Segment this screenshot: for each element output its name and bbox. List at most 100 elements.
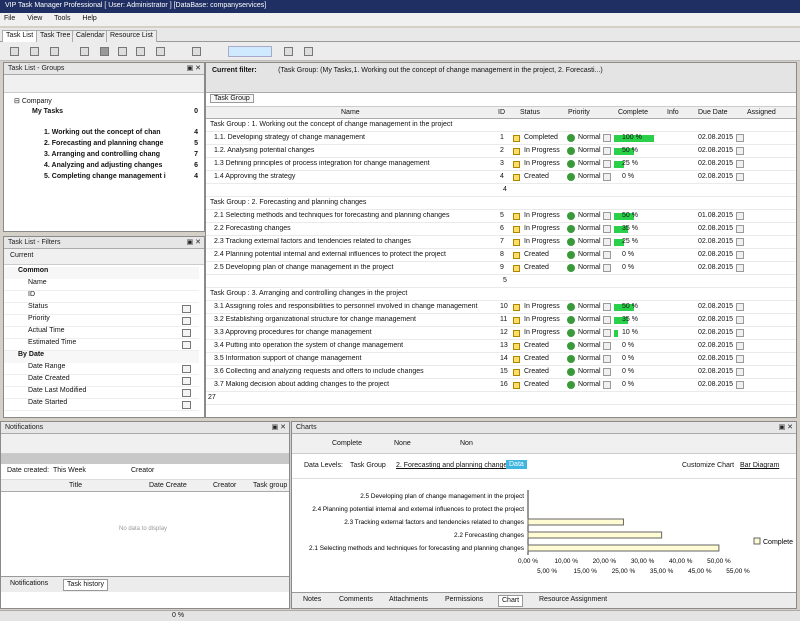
col-task-group[interactable]: Task group [253, 482, 287, 489]
calendar-icon[interactable] [736, 251, 744, 259]
calendar-icon[interactable] [736, 342, 744, 350]
group-header-row[interactable]: Task Group : 3. Arranging and controllin… [206, 288, 796, 301]
col-priority[interactable]: Priority [568, 109, 590, 116]
menu-tools[interactable]: Tools [54, 15, 70, 22]
task-row[interactable]: 2.3 Tracking external factors and tenden… [206, 236, 796, 249]
tree-group-item[interactable]: 1. Working out the concept of chan 4 [44, 129, 202, 140]
tree-group-item[interactable]: 3. Arranging and controlling chang 7 [44, 151, 202, 162]
new-task-icon[interactable] [10, 47, 19, 56]
close-icon[interactable]: ▣ ✕ [187, 238, 201, 246]
col-complete[interactable]: Complete [618, 109, 648, 116]
dropdown-arrow-icon[interactable] [182, 365, 191, 373]
close-icon[interactable]: ▣ ✕ [272, 423, 286, 431]
dropdown-arrow-icon[interactable] [182, 305, 191, 313]
calendar-icon[interactable] [736, 368, 744, 376]
task-row[interactable]: 1.3 Defining principles of process integ… [206, 158, 796, 171]
calendar-icon[interactable] [736, 160, 744, 168]
tab-task-list[interactable]: Task List [2, 30, 38, 42]
col-title[interactable]: Title [69, 482, 82, 489]
refresh-icon[interactable] [156, 47, 165, 56]
tab-permissions[interactable]: Permissions [442, 595, 486, 607]
calendar-icon[interactable] [736, 134, 744, 142]
calendar-icon[interactable] [736, 238, 744, 246]
col-info[interactable]: Info [667, 109, 679, 116]
tab-resource-list[interactable]: Resource List [106, 30, 157, 42]
tree-group-item[interactable]: 5. Completing change management i 4 [44, 173, 202, 184]
indent-icon[interactable] [80, 47, 89, 56]
chart-group-combo[interactable]: None [394, 440, 411, 447]
col-id[interactable]: ID [498, 109, 505, 116]
filter-row[interactable]: Estimated Time [4, 339, 199, 351]
filter-row[interactable]: Actual Time [4, 327, 199, 339]
task-row[interactable]: 1.1. Developing strategy of change manag… [206, 132, 796, 145]
tree-group-item[interactable]: 2. Forecasting and planning change 5 [44, 140, 202, 151]
crumb-group[interactable]: 2. Forecasting and planning changes [396, 462, 511, 469]
settings-icon[interactable] [304, 47, 313, 56]
dropdown-arrow-icon[interactable] [182, 329, 191, 337]
tab-task-tree[interactable]: Task Tree [36, 30, 75, 42]
print-icon[interactable] [136, 47, 145, 56]
dropdown-arrow-icon[interactable] [182, 377, 191, 385]
close-icon[interactable]: ▣ ✕ [187, 64, 201, 72]
task-row[interactable]: 3.2 Establishing organizational structur… [206, 314, 796, 327]
bar[interactable] [527, 531, 663, 539]
calendar-icon[interactable] [736, 355, 744, 363]
filter-category-common[interactable]: Common [4, 267, 199, 279]
tree-group-item[interactable]: 4. Analyzing and adjusting changes 6 [44, 162, 202, 173]
tree-my-tasks[interactable]: My Tasks 0 [32, 108, 202, 119]
task-row[interactable]: 1.4 Approving the strategy 4 Created Normal… [206, 171, 796, 184]
filter-row[interactable]: Date Range [4, 363, 199, 375]
calendar-icon[interactable] [736, 381, 744, 389]
bar[interactable] [527, 544, 720, 552]
filter-row[interactable]: Name [4, 279, 199, 291]
tab-calendar[interactable]: Calendar [72, 30, 109, 42]
calendar-icon[interactable] [736, 147, 744, 155]
tab-resource-assignment[interactable]: Resource Assignment [536, 595, 610, 607]
new-subtask-icon[interactable] [50, 47, 59, 56]
col-creator[interactable]: Creator [213, 482, 236, 489]
tab-task-history[interactable]: Task history [63, 579, 108, 591]
chart-value-combo[interactable]: Complete [332, 440, 362, 447]
menu-view[interactable]: View [27, 15, 42, 22]
tab-chart[interactable]: Chart [498, 595, 524, 607]
task-row[interactable]: 3.7 Making decision about adding changes… [206, 379, 796, 392]
customize-chart-button[interactable]: Customize Chart [682, 462, 734, 469]
filter-row[interactable]: Date Created [4, 375, 199, 387]
calendar-icon[interactable] [736, 173, 744, 181]
crumb-data[interactable]: Data [506, 460, 527, 469]
tab-notifications[interactable]: Notifications [7, 579, 51, 591]
filter-row[interactable]: Date Started [4, 399, 199, 411]
tab-comments[interactable]: Comments [336, 595, 376, 607]
task-row[interactable]: 3.5 Information support of change manage… [206, 353, 796, 366]
col-status[interactable]: Status [520, 109, 540, 116]
dropdown-arrow-icon[interactable] [182, 317, 191, 325]
creator-combo[interactable]: Creator [131, 467, 154, 474]
group-header-row[interactable]: Task Group : 2. Forecasting and planning… [206, 197, 796, 210]
task-row[interactable]: 3.3 Approving procedures for change mana… [206, 327, 796, 340]
group-by-task-group[interactable]: Task Group [210, 94, 254, 103]
tab-attachments[interactable]: Attachments [386, 595, 431, 607]
dropdown-arrow-icon[interactable] [182, 389, 191, 397]
task-row[interactable]: 2.2 Forecasting changes 6 In Progress Norma… [206, 223, 796, 236]
filter-category-date[interactable]: By Date [4, 351, 199, 363]
col-assigned[interactable]: Assigned [747, 109, 776, 116]
attach-icon[interactable] [100, 47, 109, 56]
chart-series-combo[interactable]: Non [460, 440, 473, 447]
calendar-icon[interactable] [736, 303, 744, 311]
task-row[interactable]: 2.4 Planning potential internal and exte… [206, 249, 796, 262]
edit-task-icon[interactable] [30, 47, 39, 56]
filter-row[interactable]: Priority [4, 315, 199, 327]
filter-row[interactable]: ID [4, 291, 199, 303]
task-row[interactable]: 3.4 Putting into operation the system of… [206, 340, 796, 353]
col-name[interactable]: Name [341, 109, 360, 116]
task-row[interactable]: 2.1 Selecting methods and techniques for… [206, 210, 796, 223]
group-header-row[interactable]: Task Group : 1. Working out the concept … [206, 119, 796, 132]
tab-notes[interactable]: Notes [300, 595, 324, 607]
filter-row[interactable]: Date Last Modified [4, 387, 199, 399]
task-row[interactable]: 2.5 Developing plan of change management… [206, 262, 796, 275]
menu-file[interactable]: File [4, 15, 15, 22]
bar[interactable] [527, 518, 624, 526]
date-created-combo[interactable]: This Week [53, 467, 86, 474]
task-row[interactable]: 3.1 Assigning roles and responsibilities… [206, 301, 796, 314]
menu-help[interactable]: Help [82, 15, 96, 22]
